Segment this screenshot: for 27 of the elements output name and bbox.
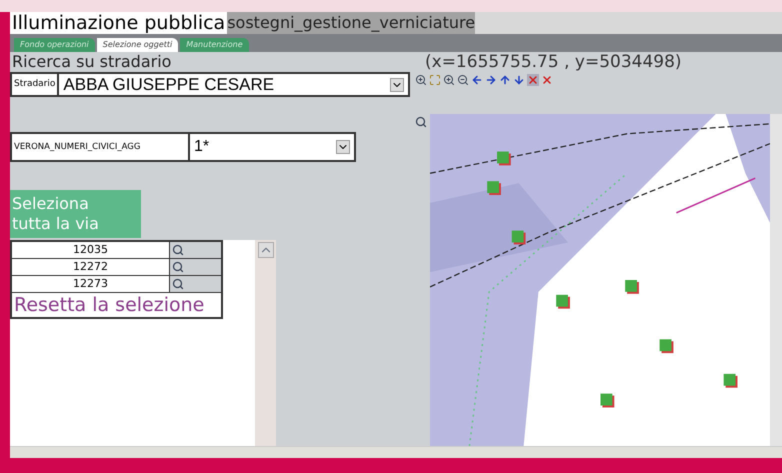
arrow-down-icon[interactable]	[513, 74, 525, 86]
civic-dropdown[interactable]: 1*	[190, 134, 354, 160]
zoom-in-icon[interactable]	[443, 74, 455, 86]
arrow-up-icon[interactable]	[499, 74, 511, 86]
scrollbar[interactable]	[255, 240, 276, 446]
scroll-up-icon[interactable]	[258, 242, 274, 258]
field-label: VERONA_NUMERI_CIVICI_AGG	[12, 134, 190, 160]
caret-icon	[390, 78, 404, 92]
app-title: Illuminazione pubblica	[10, 12, 228, 34]
scrollbar[interactable]	[10, 446, 782, 458]
scrollbar[interactable]	[770, 114, 782, 446]
arrow-left-icon[interactable]	[471, 74, 483, 86]
magnifier-icon[interactable]	[415, 116, 427, 128]
magnifier-icon[interactable]	[172, 261, 184, 273]
zoom-out-icon[interactable]	[457, 74, 469, 86]
section-heading: Ricerca su stradario	[11, 52, 172, 72]
magnifier-icon[interactable]	[172, 278, 184, 290]
layer-title: sostegni_gestione_verniciature	[227, 12, 476, 34]
arrow-right-icon[interactable]	[485, 74, 497, 86]
tab[interactable]: Selezione oggetti	[96, 38, 178, 52]
magnifier-icon[interactable]	[172, 244, 184, 256]
coordinates: (x=1655755.75 , y=5034498)	[425, 52, 683, 72]
field-label: Stradario	[12, 74, 60, 95]
zoom-in-icon[interactable]	[415, 74, 427, 86]
street-dropdown[interactable]: ABBA GIUSEPPE CESARE	[59, 74, 408, 95]
cross-icon[interactable]	[541, 74, 553, 86]
caret-icon	[336, 140, 350, 154]
